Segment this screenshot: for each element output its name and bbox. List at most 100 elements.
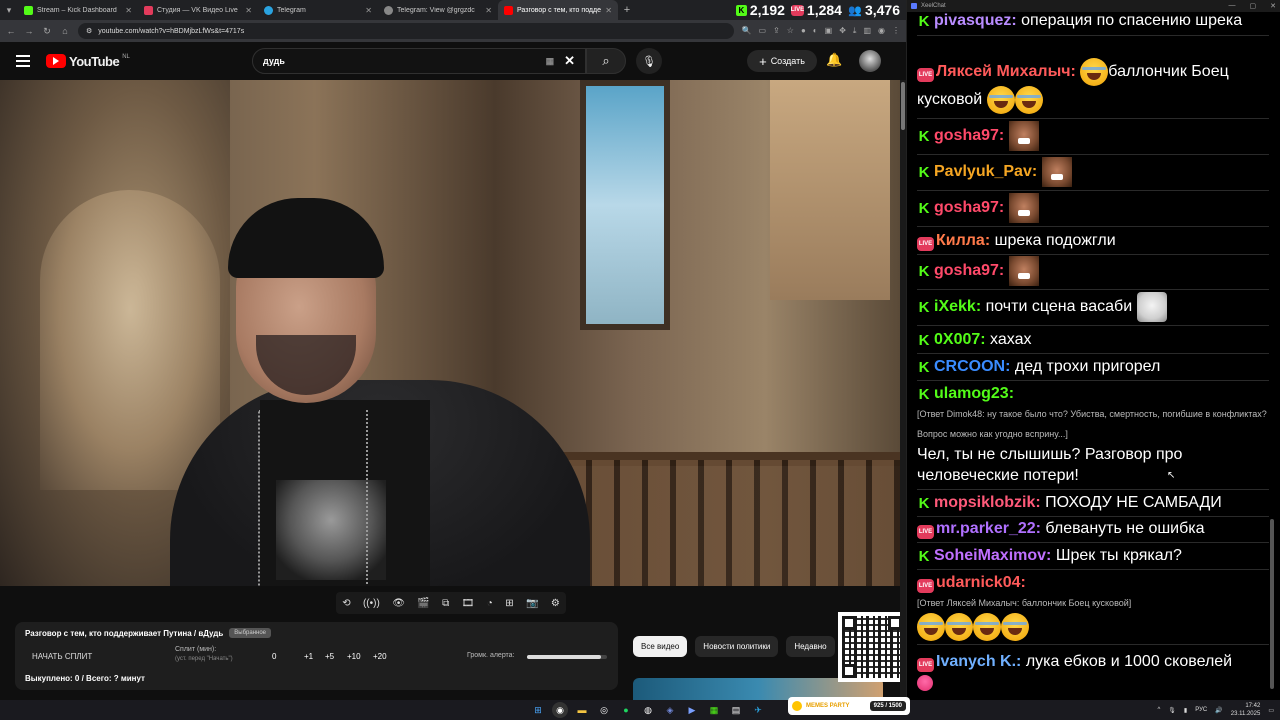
add-20-button[interactable]: +20	[373, 652, 387, 661]
add-5-button[interactable]: +5	[325, 652, 334, 661]
folder-icon[interactable]: ▬	[574, 702, 590, 718]
kick-badge-icon: K	[917, 299, 931, 317]
search-input[interactable]: дудь ▦ ✕	[252, 48, 586, 74]
loop-icon[interactable]: ⟲	[342, 598, 350, 609]
close-tab-icon[interactable]: ✕	[485, 6, 492, 15]
microphone-icon[interactable]: 🎙	[1168, 707, 1176, 714]
chip-politics-news[interactable]: Новости политики	[695, 636, 779, 657]
notifications-icon[interactable]: ▭	[1268, 707, 1274, 714]
film-icon[interactable]: 🎞	[462, 598, 475, 609]
windows-start-icon[interactable]: ⊞	[530, 702, 546, 718]
cast-icon[interactable]: ▭	[759, 26, 767, 36]
alert-volume-slider[interactable]	[527, 655, 607, 659]
telegram-icon[interactable]: ✈	[750, 702, 766, 718]
youtube-icon	[504, 5, 513, 15]
forward-icon[interactable]: →	[24, 26, 34, 36]
camera-icon[interactable]: 📷	[526, 598, 538, 609]
youtube-logo[interactable]: YouTube NL	[46, 54, 130, 69]
maximize-icon[interactable]: ▢	[1250, 2, 1257, 10]
menu-dots-icon[interactable]: ⋮	[892, 26, 900, 36]
menu-icon[interactable]	[16, 55, 30, 67]
youtube-play-icon	[46, 54, 66, 68]
network-icon[interactable]: ▮	[1184, 707, 1187, 714]
clock[interactable]: 17:42 23.11.2025	[1231, 702, 1261, 718]
laughing-emoji-icon	[1080, 58, 1109, 86]
tab-search-icon[interactable]: ▾	[0, 0, 18, 20]
vk-viewers: LIVE 1,284	[790, 2, 842, 18]
kick-viewers: K 2,192	[735, 2, 785, 18]
keyboard-icon[interactable]: ▦	[546, 56, 555, 67]
clear-search-icon[interactable]: ✕	[564, 53, 575, 69]
obs-icon[interactable]: ◍	[640, 702, 656, 718]
chrome-icon[interactable]: ◉	[552, 702, 568, 718]
extension-icon[interactable]: ▣	[825, 26, 833, 36]
gear-icon[interactable]: ⚙	[551, 598, 560, 609]
split-min-label: Сплит (мин):	[175, 646, 217, 653]
close-icon[interactable]: ✕	[1270, 2, 1276, 10]
discord-icon[interactable]: ◈	[662, 702, 678, 718]
minimize-icon[interactable]: —	[1229, 2, 1236, 10]
avatar[interactable]	[859, 50, 881, 72]
new-tab-button[interactable]: +	[618, 4, 636, 16]
add-1-button[interactable]: +1	[304, 652, 313, 661]
media-icon[interactable]: ▶	[684, 702, 700, 718]
app-icon[interactable]: ▦	[706, 702, 722, 718]
taskbar: ⊞ ◉ ▬ ◎ ● ◍ ◈ ▶ ▦ ▤ ✈ ^ 🎙 ▮ РУС 🔊 17:42 …	[0, 700, 1280, 720]
split-tag[interactable]: Выбранное	[229, 628, 272, 638]
url-field[interactable]: ⚙ youtube.com/watch?v=hBDMjbzLfWs&t=4717…	[78, 23, 734, 39]
extension-icon[interactable]: ●	[801, 26, 806, 36]
start-split-button[interactable]: НАЧАТЬ СПЛИТ	[32, 652, 92, 661]
clapperboard-icon[interactable]: 🎬	[417, 598, 429, 609]
extension-icons: 🔍 ▭ ⇪ ☆ ● ◐ ▣ ✥ ⤓ ▥ ◉ ⋮	[742, 26, 900, 36]
tab-youtube-video[interactable]: Разговор с тем, кто поддерж... ✕	[498, 0, 618, 20]
spotify-icon[interactable]: ●	[618, 702, 634, 718]
create-button[interactable]: + Создать	[747, 50, 817, 72]
picture-in-picture-icon[interactable]: ⧉	[442, 598, 449, 609]
language-indicator[interactable]: РУС	[1195, 707, 1207, 713]
voice-search-button[interactable]: 🎙	[636, 48, 662, 74]
volume-icon[interactable]: 🔊	[1215, 707, 1222, 714]
sidebar-icon[interactable]: ▥	[863, 26, 871, 36]
eye-icon[interactable]: 👁	[392, 598, 405, 609]
bookmark-star-icon[interactable]: ☆	[787, 26, 794, 36]
reload-icon[interactable]: ↻	[42, 26, 52, 37]
vk-live-badge-icon: LIVE	[917, 68, 934, 83]
chevron-up-icon[interactable]: ^	[1157, 707, 1160, 713]
profile-icon[interactable]: ◉	[878, 26, 885, 36]
notifications-bell-icon[interactable]: 🔔	[826, 52, 842, 68]
download-icon[interactable]: ⤓	[853, 26, 857, 36]
extension-icon[interactable]: ◐	[813, 26, 818, 36]
steam-icon[interactable]: ◎	[596, 702, 612, 718]
audio-icon[interactable]: ((•))	[363, 598, 380, 609]
chip-recent[interactable]: Недавно	[786, 636, 835, 657]
tab-kick-dashboard[interactable]: Stream – Kick Dashboard ✕	[18, 0, 138, 20]
vk-live-badge-icon: LIVE	[917, 658, 934, 672]
tab-telegram-view[interactable]: Telegram: View @grgzdc ✕	[378, 0, 498, 20]
memes-party-widget[interactable]: MEMES PARTY 925 / 1500	[788, 697, 910, 715]
split-minutes-value: 0	[272, 652, 277, 661]
viewer-stats-overlay: K 2,192 LIVE 1,284 👥 3,476	[735, 0, 900, 20]
close-tab-icon[interactable]: ✕	[125, 6, 132, 15]
puzzle-icon[interactable]: ✥	[839, 26, 846, 36]
app-icon[interactable]: ▤	[728, 702, 744, 718]
speed-icon[interactable]: ◔	[487, 598, 493, 609]
chat-scrollbar[interactable]	[1269, 14, 1275, 696]
close-tab-icon[interactable]: ✕	[605, 6, 612, 15]
qr-code	[838, 612, 906, 682]
tab-vk-studio[interactable]: Студия — VK Видео Live ✕	[138, 0, 258, 20]
tab-telegram[interactable]: Telegram ✕	[258, 0, 378, 20]
site-info-icon[interactable]: ⚙	[86, 27, 92, 35]
add-10-button[interactable]: +10	[347, 652, 361, 661]
zoom-icon[interactable]: 🔍	[742, 26, 752, 36]
close-tab-icon[interactable]: ✕	[245, 6, 252, 15]
total-viewers: 👥 3,476	[847, 2, 900, 18]
video-player[interactable]	[0, 80, 900, 586]
add-box-icon[interactable]: ⊞	[505, 598, 513, 609]
mouse-cursor-icon: ↖	[1167, 470, 1176, 481]
close-tab-icon[interactable]: ✕	[365, 6, 372, 15]
share-icon[interactable]: ⇪	[773, 26, 780, 36]
search-button[interactable]: ⌕	[586, 48, 626, 74]
back-icon[interactable]: ←	[6, 26, 16, 36]
home-icon[interactable]: ⌂	[60, 26, 70, 36]
chip-all-videos[interactable]: Все видео	[633, 636, 688, 657]
